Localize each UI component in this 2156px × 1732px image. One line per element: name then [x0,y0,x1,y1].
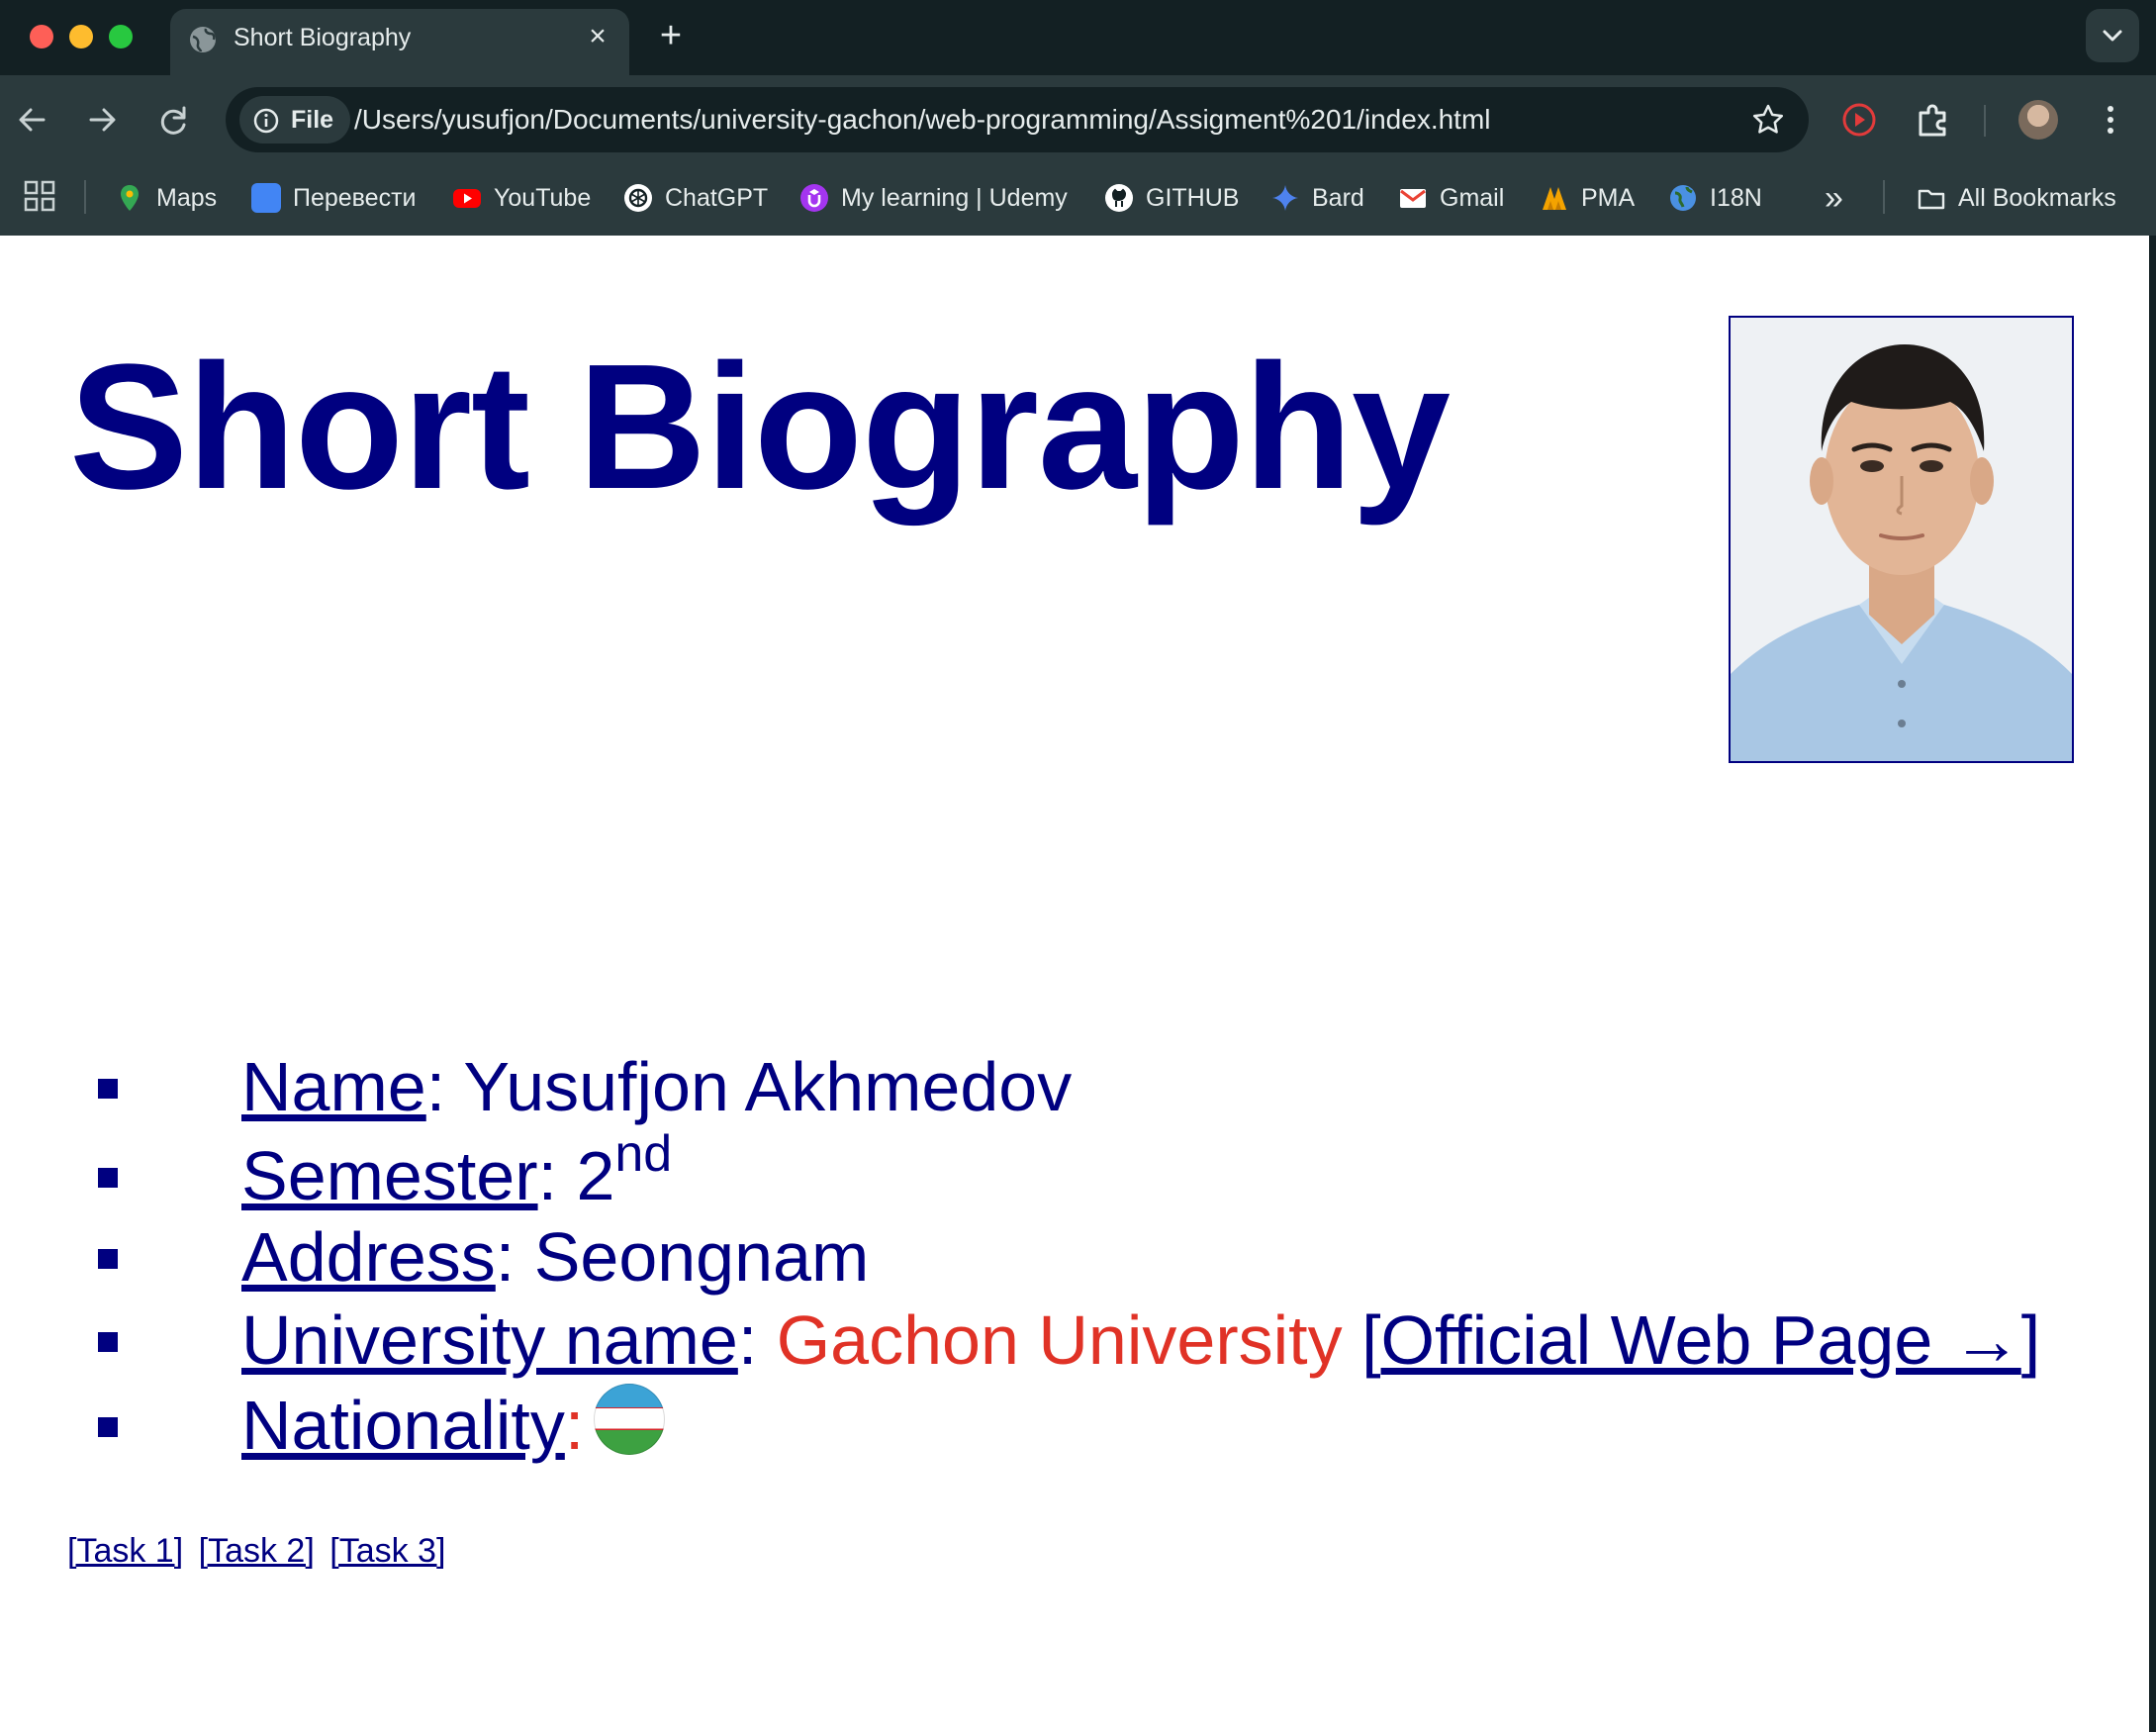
globe-icon [190,27,216,52]
chevron-double-right-icon: » [1825,178,1843,217]
official-bracket-close: ] [2020,1301,2041,1379]
official-web-page-link[interactable]: Official Web Page → [1381,1301,2021,1379]
bookmarks-divider [84,180,86,214]
bookmark-udemy[interactable]: My learning | Udemy [799,178,1068,218]
list-item-nationality: Nationality: [0,1383,2156,1471]
window-edge [2149,236,2156,1732]
nationality-link[interactable]: Nationality [241,1387,565,1464]
portrait-photo [1731,318,2072,761]
reload-icon[interactable] [150,97,196,143]
tab-search-button[interactable] [2086,9,2139,62]
browser-titlebar: Short Biography × + [0,0,2156,75]
file-label: File [291,106,334,134]
maps-icon [121,185,139,211]
screen-recorder-icon[interactable] [1838,99,1880,141]
gmail-icon [1400,189,1426,208]
github-icon [1105,184,1133,212]
square-bullet-icon [98,1079,118,1099]
profile-avatar[interactable] [2018,100,2058,140]
task-3-link[interactable]: [Task 3] [329,1532,445,1570]
info-icon [253,108,279,134]
apps-grid-icon[interactable] [24,180,55,212]
page-title: Short Biography [69,328,1451,527]
address-bar[interactable]: File /Users/yusufjon/Documents/universit… [226,87,1809,152]
extensions-puzzle-icon[interactable] [1913,99,1954,141]
bard-icon [1272,185,1298,211]
kebab-menu-icon[interactable] [2090,99,2131,141]
bookmark-star-icon[interactable] [1749,101,1787,139]
bookmark-youtube[interactable]: YouTube [452,178,591,218]
globe-icon [1670,185,1696,211]
udemy-icon [800,184,828,212]
university-colon: : [737,1301,777,1379]
uzbekistan-flag-icon [594,1383,666,1455]
list-item-university: University name: Gachon University [Offi… [0,1300,2156,1386]
folder-icon [1918,189,1945,210]
back-arrow-icon[interactable] [10,97,55,143]
list-item-address: Address: Seongnam [0,1217,2156,1302]
university-link[interactable]: University name [241,1301,738,1379]
toolbar-divider [1984,105,1986,137]
semester-value: : 2 [537,1137,615,1214]
chatgpt-icon [624,184,652,212]
bookmark-chatgpt[interactable]: ChatGPT [623,178,768,218]
bookmark-label: GITHUB [1146,183,1240,212]
task-1-link[interactable]: [Task 1] [67,1532,183,1570]
square-bullet-icon [98,1417,118,1437]
google-translate-icon [251,183,281,213]
minimize-window-button[interactable] [69,25,93,48]
close-window-button[interactable] [30,25,53,48]
bookmark-i18n[interactable]: I18N [1668,178,1762,218]
name-link[interactable]: Name [241,1048,426,1125]
bookmark-label: I18N [1710,183,1762,212]
bookmark-pma[interactable]: PMA [1540,178,1635,218]
new-tab-button[interactable]: + [653,17,689,54]
task-links: [Task 1] [Task 2] [Task 3] [67,1532,451,1571]
maximize-window-button[interactable] [109,25,133,48]
name-value: : Yusufjon Akhmedov [425,1048,1073,1125]
task-2-link[interactable]: [Task 2] [199,1532,315,1570]
url-text[interactable]: /Users/yusufjon/Documents/university-gac… [354,104,1491,136]
bookmark-label: Перевести [293,183,417,212]
square-bullet-icon [98,1168,118,1188]
site-info-chip[interactable]: File [239,96,350,144]
bookmark-gmail[interactable]: Gmail [1398,178,1504,218]
bookmark-label: Gmail [1440,183,1505,212]
profile-photo [1729,316,2074,763]
bookmark-label: ChatGPT [665,183,769,212]
bookmark-label: Maps [156,183,218,212]
youtube-icon [453,189,481,208]
browser-toolbar: File /Users/yusufjon/Documents/universit… [0,75,2156,164]
list-item-name: Name: Yusufjon Akhmedov [0,1047,2156,1132]
all-bookmarks-button[interactable]: All Bookmarks [1917,178,2116,218]
list-item-semester: Semester: 2nd [0,1125,2156,1221]
all-bookmarks-label: All Bookmarks [1958,183,2116,212]
bookmark-label: Bard [1312,183,1364,212]
official-bracket-open: [ [1342,1301,1381,1379]
square-bullet-icon [98,1249,118,1269]
tab-title: Short Biography [234,24,412,51]
address-value: : Seongnam [495,1218,870,1296]
page-content: Short Biography Name: Yusufjon Akhmedov … [0,236,2156,1732]
semester-ordinal: nd [614,1125,673,1183]
forward-arrow-icon[interactable] [79,97,125,143]
nationality-colon: : [564,1387,585,1464]
bookmarks-divider [1883,180,1885,214]
bookmark-label: My learning | Udemy [841,183,1068,212]
bookmark-bard[interactable]: Bard [1270,178,1364,218]
bookmarks-overflow-button[interactable]: » [1825,178,1843,218]
bookmark-label: YouTube [494,183,592,212]
bookmark-label: PMA [1581,183,1636,212]
address-link[interactable]: Address [241,1218,496,1296]
university-value: Gachon University [776,1301,1343,1379]
bookmark-maps[interactable]: Maps [115,178,217,218]
semester-link[interactable]: Semester [241,1137,538,1214]
tab-close-icon[interactable]: × [582,21,613,52]
bookmark-translate[interactable]: Перевести [251,178,417,218]
square-bullet-icon [98,1332,118,1352]
bookmark-github[interactable]: GITHUB [1104,178,1239,218]
chevron-down-icon [2103,30,2122,42]
pma-icon [1543,187,1566,210]
browser-tab-active[interactable]: Short Biography × [170,9,629,75]
